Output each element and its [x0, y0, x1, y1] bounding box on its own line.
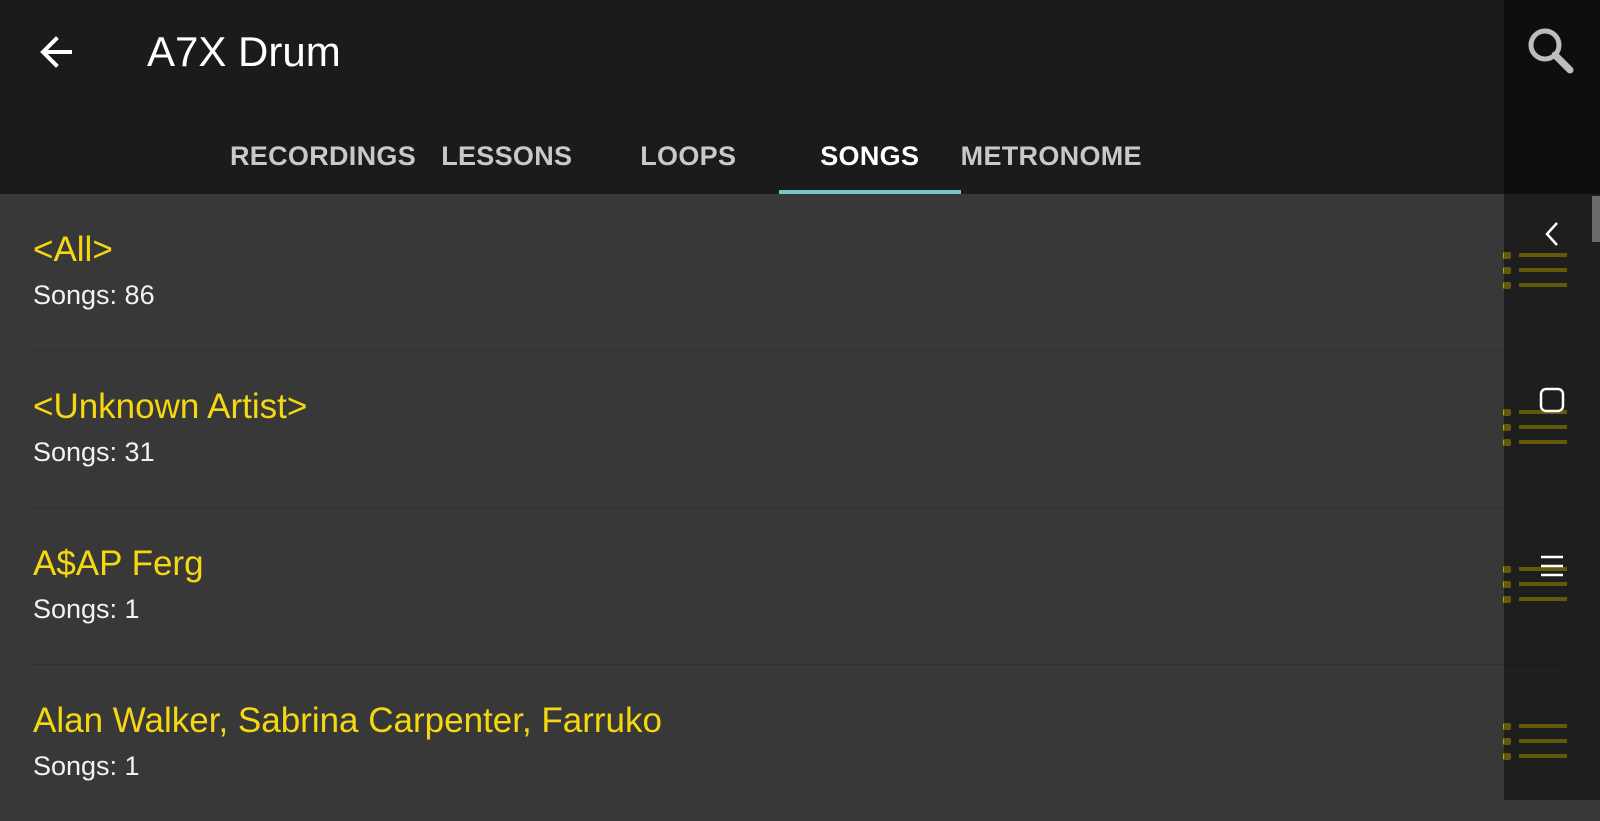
list-item[interactable]: <Unknown Artist> Songs: 31: [33, 351, 1567, 508]
list-item[interactable]: A$AP Ferg Songs: 1: [33, 508, 1567, 665]
artist-name: <Unknown Artist>: [33, 387, 308, 426]
back-button[interactable]: [30, 26, 82, 78]
artist-name: Alan Walker, Sabrina Carpenter, Farruko: [33, 701, 662, 740]
system-back-button[interactable]: [1530, 212, 1574, 256]
square-icon: [1539, 387, 1565, 413]
system-recents-button[interactable]: [1530, 544, 1574, 588]
search-icon: [1528, 28, 1574, 74]
song-count: Songs: 86: [33, 280, 155, 310]
arrow-left-icon: [40, 36, 72, 68]
tab-loops[interactable]: LOOPS: [598, 118, 780, 194]
artist-name: <All>: [33, 230, 113, 269]
search-button[interactable]: [1520, 20, 1580, 80]
artist-name: A$AP Ferg: [33, 544, 204, 583]
scrollbar[interactable]: [1592, 196, 1600, 242]
song-count: Songs: 1: [33, 751, 140, 781]
app-bar: A7X Drum RECORDINGS LESSONS LOOPS SONGS …: [0, 0, 1600, 194]
list-item[interactable]: <All> Songs: 86: [33, 194, 1567, 351]
chevron-left-icon: [1545, 222, 1558, 246]
song-count: Songs: 31: [33, 437, 155, 467]
list-item[interactable]: Alan Walker, Sabrina Carpenter, Farruko …: [33, 665, 1567, 821]
tab-recordings[interactable]: RECORDINGS: [230, 118, 416, 194]
song-count: Songs: 1: [33, 594, 140, 624]
tab-lessons[interactable]: LESSONS: [416, 118, 598, 194]
artist-list: <All> Songs: 86 <Unknown Artist> Songs: …: [0, 194, 1567, 821]
system-home-button[interactable]: [1530, 378, 1574, 422]
tab-bar: RECORDINGS LESSONS LOOPS SONGS METRONOME: [230, 118, 1142, 194]
tab-metronome[interactable]: METRONOME: [961, 118, 1143, 194]
lines-icon: [1541, 555, 1563, 577]
tab-songs[interactable]: SONGS: [779, 118, 961, 194]
page-title: A7X Drum: [147, 28, 341, 75]
